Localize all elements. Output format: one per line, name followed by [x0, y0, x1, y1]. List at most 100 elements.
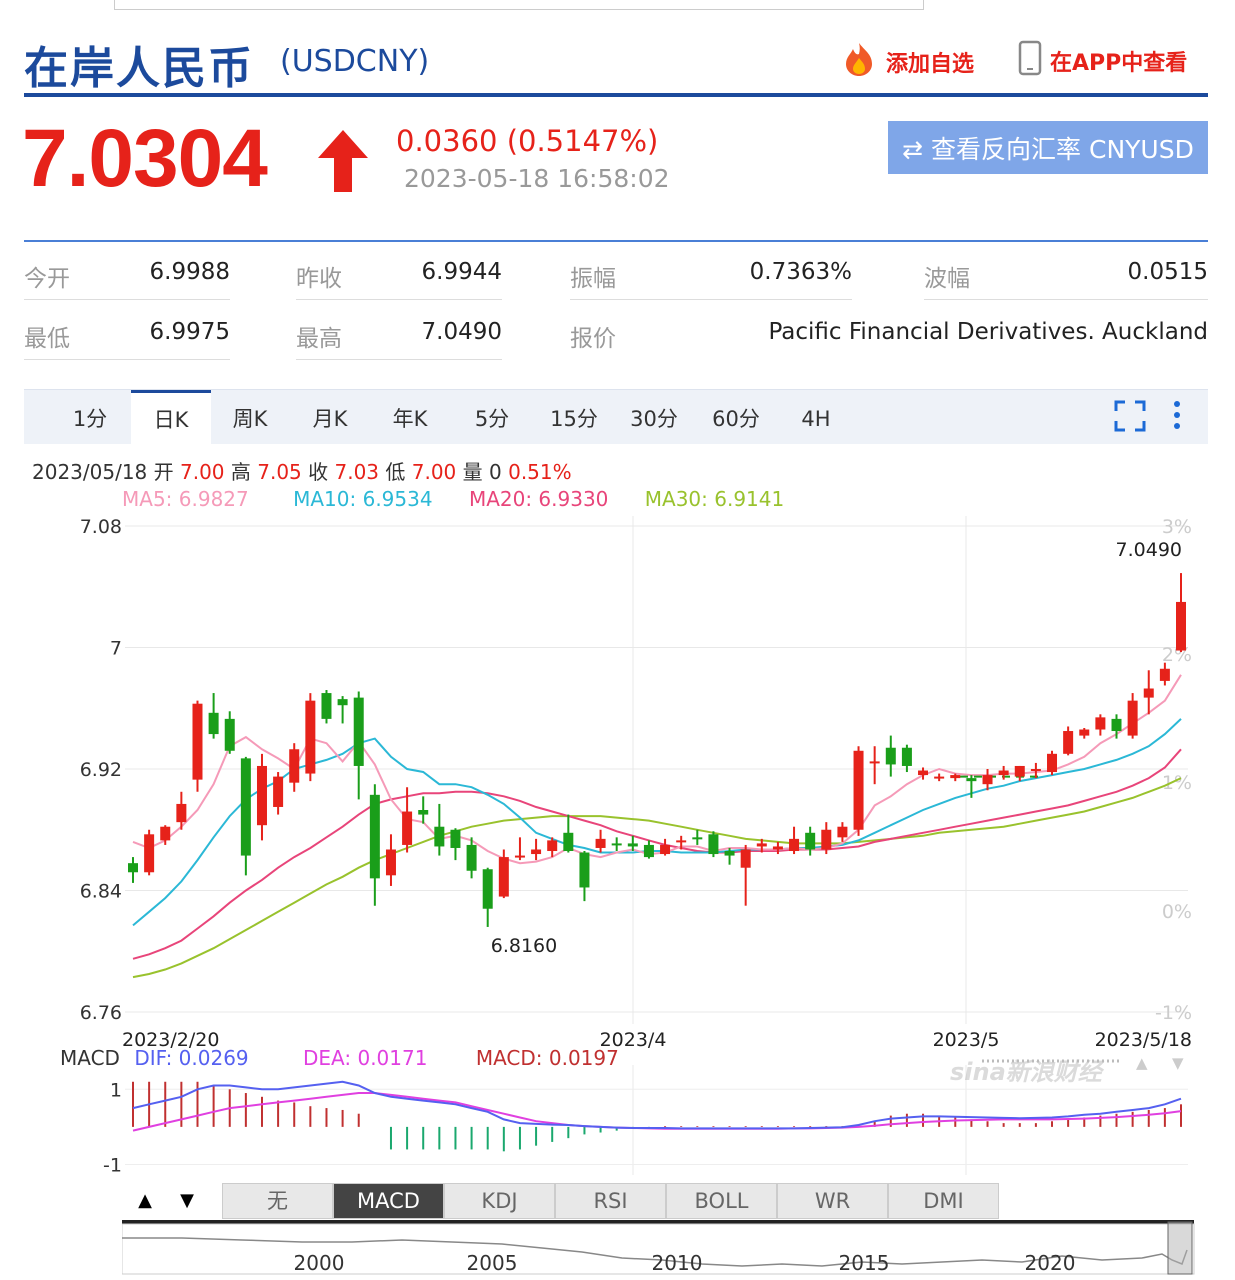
candle-body [337, 699, 348, 706]
indicator-boll[interactable]: BOLL [666, 1183, 777, 1219]
quote-time: 2023-05-18 16:58:02 [404, 164, 670, 193]
candle-body [466, 844, 477, 871]
candle-body [224, 718, 235, 751]
candles [128, 573, 1186, 927]
candle-body [353, 697, 364, 766]
candle-body [692, 837, 703, 840]
top-frame [114, 0, 924, 10]
tab-4h[interactable]: 4H [780, 390, 852, 445]
stats-divider [24, 240, 1208, 242]
candle-body [1079, 729, 1090, 736]
y-tick-label: 7 [110, 638, 122, 660]
indicator-none[interactable]: 无 [222, 1183, 333, 1219]
indicator-wr[interactable]: WR [777, 1183, 888, 1219]
navigator-year-label: 2005 [467, 1251, 518, 1275]
candle-body [756, 843, 767, 847]
kline-chart[interactable]: sina新浪财经 7.0876.926.846.76 3%2%1%0%-1% 7… [0, 510, 1235, 1200]
info-close: 7.03 [334, 460, 380, 484]
divider [296, 359, 502, 360]
tab-5min[interactable]: 5分 [456, 390, 528, 445]
candle-body [595, 838, 606, 848]
wave-value: 0.0515 [1127, 259, 1208, 285]
scroll-up-button[interactable]: ▲ [124, 1183, 166, 1219]
info-high-label: 高 [230, 460, 251, 484]
fullscreen-icon[interactable] [1114, 400, 1146, 436]
indicator-rsi[interactable]: RSI [555, 1183, 666, 1219]
candle-body [579, 852, 590, 888]
add-favorite-button[interactable]: 添加自选 [840, 40, 974, 84]
macd-y-tick: -1 [103, 1154, 122, 1176]
symbol-label: (USDCNY) [280, 44, 430, 79]
candle-body [934, 776, 945, 779]
candle-body [708, 834, 719, 855]
ma5-legend: MA5: 6.9827 [122, 487, 249, 511]
x-tick-label: 2023/5/18 [1095, 1029, 1192, 1051]
candle-body [144, 834, 155, 873]
candle-body [369, 794, 380, 879]
candle-body [918, 770, 929, 776]
ma-lines [132, 674, 1182, 979]
indicator-macd[interactable]: MACD [333, 1183, 444, 1219]
candle-body [434, 826, 445, 847]
candle-body [321, 693, 332, 719]
info-volume: 0 [489, 460, 502, 484]
candle-info-line: 2023/05/18 开 7.00 高 7.05 收 7.03 低 7.00 量… [32, 456, 572, 485]
tab-60min[interactable]: 60分 [698, 390, 774, 445]
indicator-kdj[interactable]: KDJ [444, 1183, 555, 1219]
macd-y-tick: 1 [110, 1079, 122, 1101]
add-favorite-label: 添加自选 [886, 52, 975, 77]
app-view-button[interactable]: 在APP中查看 [1018, 40, 1187, 82]
candle-body [1014, 765, 1025, 777]
extreme-labels: 7.0490 6.8160 [491, 539, 1182, 957]
prev-close-value: 6.9944 [421, 259, 502, 285]
reverse-rate-button[interactable]: ⇄ 查看反向汇率 CNYUSD [888, 121, 1208, 174]
y-tick-label: 6.84 [80, 881, 122, 903]
candle-body [885, 747, 896, 765]
candle-body [901, 747, 912, 766]
tab-yearly[interactable]: 年K [374, 390, 446, 445]
tab-weekly[interactable]: 周K [214, 390, 286, 445]
tab-daily[interactable]: 日K [131, 390, 211, 446]
navigator-handle [1167, 1221, 1193, 1275]
candle-body [643, 844, 654, 858]
candle-body [273, 776, 284, 807]
candle-body [740, 849, 751, 868]
divider [924, 299, 1208, 300]
candle-body [611, 843, 622, 846]
tab-15min[interactable]: 15分 [536, 390, 612, 445]
candle-body [1095, 717, 1106, 730]
tab-30min[interactable]: 30分 [616, 390, 692, 445]
high-label: 最高 [296, 326, 342, 352]
candle-body [821, 829, 832, 850]
pct-tick-label: -1% [1155, 1002, 1192, 1024]
up-arrow-icon [316, 128, 370, 198]
scroll-down-button[interactable]: ▼ [166, 1183, 208, 1219]
y-tick-label: 6.92 [80, 759, 122, 781]
info-open: 7.00 [180, 460, 225, 484]
candle-body [660, 844, 671, 855]
range-navigator[interactable]: 2000 2005 2010 2015 2020 [122, 1220, 1197, 1278]
quote-source-label: 报价 [570, 326, 616, 352]
tab-1min[interactable]: 1分 [54, 390, 126, 445]
divider [296, 299, 502, 300]
quote-source-value: Pacific Financial Derivatives. Auckland [768, 319, 1208, 345]
info-date: 2023/05/18 [32, 460, 148, 484]
macd-legend: MACD DIF: 0.0269 DEA: 0.0171 MACD: 0.019… [60, 1046, 619, 1070]
high-value: 7.0490 [421, 319, 502, 345]
ma-legend: MA5: 6.9827 MA10: 6.9534 MA20: 6.9330 MA… [122, 487, 784, 511]
wave-label: 波幅 [924, 266, 970, 292]
tab-monthly[interactable]: 月K [294, 390, 366, 445]
candle-body [789, 838, 800, 852]
macd-arrow-icon: ▲ [1136, 1054, 1148, 1072]
divider [24, 299, 230, 300]
more-options-icon[interactable] [1171, 398, 1183, 438]
indicator-dmi[interactable]: DMI [888, 1183, 999, 1219]
dea-line [132, 1092, 1182, 1132]
candle-body [563, 832, 574, 852]
candle-body [966, 778, 977, 782]
candle-body [1143, 688, 1154, 698]
page-title: 在岸人民币 [24, 43, 254, 94]
candle-body [514, 855, 525, 858]
candle-body [982, 775, 993, 785]
open-value: 6.9988 [149, 259, 230, 285]
